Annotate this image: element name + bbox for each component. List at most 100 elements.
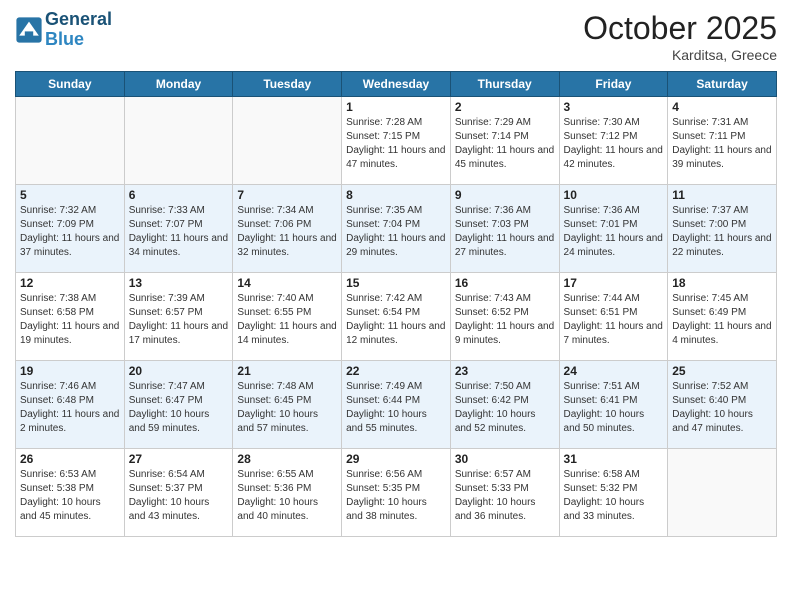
day-number: 20 — [129, 364, 229, 378]
calendar-cell: 7 Sunrise: 7:34 AMSunset: 7:06 PMDaylight… — [233, 185, 342, 273]
day-info: Sunrise: 6:55 AMSunset: 5:36 PMDaylight:… — [237, 468, 337, 524]
day-number: 15 — [346, 276, 446, 290]
header: General Blue October 2025 Karditsa, Gree… — [15, 10, 777, 63]
day-info: Sunrise: 7:43 AMSunset: 6:52 PMDaylight:… — [455, 292, 555, 348]
col-sunday: Sunday — [16, 72, 125, 97]
calendar-cell: 11Sunrise: 7:37 AMSunset: 7:00 PMDayligh… — [668, 185, 777, 273]
day-info: Sunrise: 7:49 AMSunset: 6:44 PMDaylight:… — [346, 380, 446, 436]
day-number: 28 — [237, 452, 337, 466]
day-number: 21 — [237, 364, 337, 378]
col-tuesday: Tuesday — [233, 72, 342, 97]
day-number: 16 — [455, 276, 555, 290]
day-number: 4 — [672, 100, 772, 114]
day-number: 2 — [455, 100, 555, 114]
col-thursday: Thursday — [450, 72, 559, 97]
day-info: Sunrise: 7:39 AMSunset: 6:57 PMDaylight:… — [129, 292, 229, 348]
day-number: 7 — [237, 188, 337, 202]
day-info: Sunrise: 7:33 AMSunset: 7:07 PMDaylight:… — [129, 204, 229, 260]
day-info: Sunrise: 6:56 AMSunset: 5:35 PMDaylight:… — [346, 468, 446, 524]
day-number: 11 — [672, 188, 772, 202]
day-number: 27 — [129, 452, 229, 466]
day-number: 22 — [346, 364, 446, 378]
calendar-cell — [16, 97, 125, 185]
day-info: Sunrise: 7:28 AMSunset: 7:15 PMDaylight:… — [346, 116, 446, 172]
day-info: Sunrise: 7:34 AMSunset: 7:06 PMDaylight:… — [237, 204, 337, 260]
calendar-cell — [124, 97, 233, 185]
calendar-cell: 28 Sunrise: 6:55 AMSunset: 5:36 PMDayligh… — [233, 449, 342, 537]
calendar-cell: 1 Sunrise: 7:28 AMSunset: 7:15 PMDaylight… — [342, 97, 451, 185]
calendar-row-1: 1 Sunrise: 7:28 AMSunset: 7:15 PMDaylight… — [16, 97, 777, 185]
day-info: Sunrise: 6:58 AMSunset: 5:32 PMDaylight:… — [564, 468, 664, 524]
calendar-cell: 5Sunrise: 7:32 AMSunset: 7:09 PMDaylight… — [16, 185, 125, 273]
calendar-cell: 2Sunrise: 7:29 AMSunset: 7:14 PMDaylight… — [450, 97, 559, 185]
day-info: Sunrise: 7:46 AMSunset: 6:48 PMDaylight:… — [20, 380, 120, 436]
day-number: 3 — [564, 100, 664, 114]
calendar-cell: 10 Sunrise: 7:36 AMSunset: 7:01 PMDayligh… — [559, 185, 668, 273]
calendar-cell: 17 Sunrise: 7:44 AMSunset: 6:51 PMDayligh… — [559, 273, 668, 361]
logo-line2: Blue — [45, 29, 84, 49]
calendar-cell: 27Sunrise: 6:54 AMSunset: 5:37 PMDayligh… — [124, 449, 233, 537]
calendar-cell — [668, 449, 777, 537]
page: General Blue October 2025 Karditsa, Gree… — [0, 0, 792, 612]
day-number: 6 — [129, 188, 229, 202]
day-number: 9 — [455, 188, 555, 202]
day-info: Sunrise: 7:44 AMSunset: 6:51 PMDaylight:… — [564, 292, 664, 348]
calendar-cell: 6 Sunrise: 7:33 AMSunset: 7:07 PMDaylight… — [124, 185, 233, 273]
calendar-cell: 18Sunrise: 7:45 AMSunset: 6:49 PMDayligh… — [668, 273, 777, 361]
day-number: 18 — [672, 276, 772, 290]
day-number: 31 — [564, 452, 664, 466]
day-info: Sunrise: 7:31 AMSunset: 7:11 PMDaylight:… — [672, 116, 772, 172]
day-number: 19 — [20, 364, 120, 378]
calendar-cell: 4 Sunrise: 7:31 AMSunset: 7:11 PMDaylight… — [668, 97, 777, 185]
day-info: Sunrise: 7:40 AMSunset: 6:55 PMDaylight:… — [237, 292, 337, 348]
calendar-row-4: 19 Sunrise: 7:46 AMSunset: 6:48 PMDayligh… — [16, 361, 777, 449]
logo: General Blue — [15, 10, 112, 50]
col-monday: Monday — [124, 72, 233, 97]
calendar-cell: 30 Sunrise: 6:57 AMSunset: 5:33 PMDayligh… — [450, 449, 559, 537]
day-info: Sunrise: 6:53 AMSunset: 5:38 PMDaylight:… — [20, 468, 120, 524]
day-number: 30 — [455, 452, 555, 466]
calendar-cell: 31 Sunrise: 6:58 AMSunset: 5:32 PMDayligh… — [559, 449, 668, 537]
day-info: Sunrise: 7:36 AMSunset: 7:03 PMDaylight:… — [455, 204, 555, 260]
day-number: 14 — [237, 276, 337, 290]
day-number: 24 — [564, 364, 664, 378]
col-friday: Friday — [559, 72, 668, 97]
day-number: 12 — [20, 276, 120, 290]
logo-text: General Blue — [45, 10, 112, 50]
day-info: Sunrise: 7:42 AMSunset: 6:54 PMDaylight:… — [346, 292, 446, 348]
day-number: 1 — [346, 100, 446, 114]
calendar-cell — [233, 97, 342, 185]
calendar-cell: 19 Sunrise: 7:46 AMSunset: 6:48 PMDayligh… — [16, 361, 125, 449]
logo-icon — [15, 16, 43, 44]
calendar-cell: 16 Sunrise: 7:43 AMSunset: 6:52 PMDayligh… — [450, 273, 559, 361]
calendar-cell: 24 Sunrise: 7:51 AMSunset: 6:41 PMDayligh… — [559, 361, 668, 449]
day-info: Sunrise: 7:52 AMSunset: 6:40 PMDaylight:… — [672, 380, 772, 436]
day-number: 29 — [346, 452, 446, 466]
day-info: Sunrise: 7:35 AMSunset: 7:04 PMDaylight:… — [346, 204, 446, 260]
calendar-cell: 3Sunrise: 7:30 AMSunset: 7:12 PMDaylight… — [559, 97, 668, 185]
day-number: 5 — [20, 188, 120, 202]
day-number: 10 — [564, 188, 664, 202]
calendar-cell: 14 Sunrise: 7:40 AMSunset: 6:55 PMDayligh… — [233, 273, 342, 361]
day-number: 13 — [129, 276, 229, 290]
day-info: Sunrise: 7:50 AMSunset: 6:42 PMDaylight:… — [455, 380, 555, 436]
day-number: 17 — [564, 276, 664, 290]
month-title: October 2025 — [583, 10, 777, 47]
day-number: 8 — [346, 188, 446, 202]
calendar-header-row: Sunday Monday Tuesday Wednesday Thursday… — [16, 72, 777, 97]
day-info: Sunrise: 7:51 AMSunset: 6:41 PMDaylight:… — [564, 380, 664, 436]
day-number: 23 — [455, 364, 555, 378]
calendar-cell: 21Sunrise: 7:48 AMSunset: 6:45 PMDayligh… — [233, 361, 342, 449]
calendar-cell: 8 Sunrise: 7:35 AMSunset: 7:04 PMDaylight… — [342, 185, 451, 273]
calendar-cell: 23 Sunrise: 7:50 AMSunset: 6:42 PMDayligh… — [450, 361, 559, 449]
day-number: 26 — [20, 452, 120, 466]
day-info: Sunrise: 7:47 AMSunset: 6:47 PMDaylight:… — [129, 380, 229, 436]
calendar-cell: 9 Sunrise: 7:36 AMSunset: 7:03 PMDaylight… — [450, 185, 559, 273]
calendar-table: Sunday Monday Tuesday Wednesday Thursday… — [15, 71, 777, 537]
calendar-cell: 25Sunrise: 7:52 AMSunset: 6:40 PMDayligh… — [668, 361, 777, 449]
calendar-row-5: 26 Sunrise: 6:53 AMSunset: 5:38 PMDayligh… — [16, 449, 777, 537]
day-info: Sunrise: 7:36 AMSunset: 7:01 PMDaylight:… — [564, 204, 664, 260]
calendar-cell: 20 Sunrise: 7:47 AMSunset: 6:47 PMDayligh… — [124, 361, 233, 449]
calendar-cell: 29 Sunrise: 6:56 AMSunset: 5:35 PMDayligh… — [342, 449, 451, 537]
day-info: Sunrise: 6:57 AMSunset: 5:33 PMDaylight:… — [455, 468, 555, 524]
